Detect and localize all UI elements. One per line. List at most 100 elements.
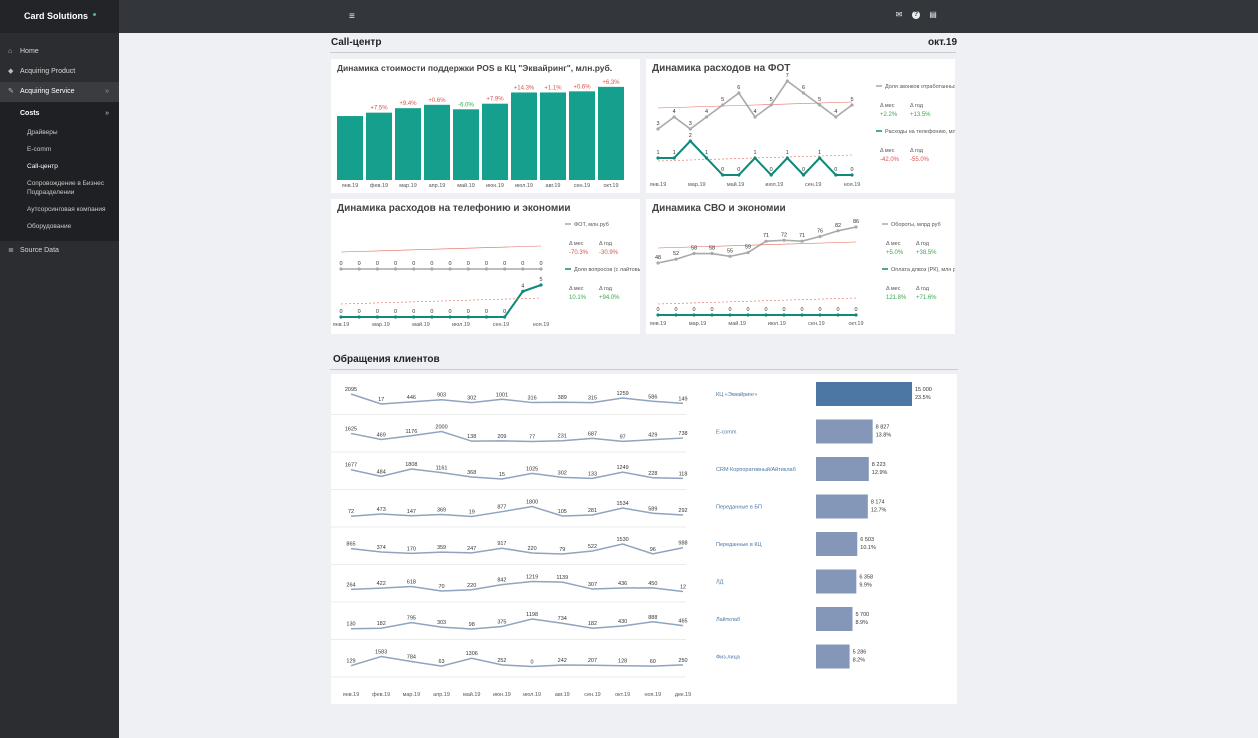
data-label: 0 <box>836 307 839 313</box>
category-label: Физ.лица <box>716 655 741 661</box>
pos-cost-card: Динамика стоимости поддержки POS в КЦ "Э… <box>331 59 640 193</box>
data-label: 0 <box>485 309 488 315</box>
sidebar-item-outsourcing[interactable]: Аутсорсинговая компания <box>0 201 119 218</box>
data-label: 1161 <box>436 466 448 472</box>
data-label: 4 <box>753 109 756 115</box>
sidebar-item-home[interactable]: ⌂ Home <box>0 42 119 62</box>
bar-value-label: 5 286 <box>853 650 867 656</box>
delta-month-value: 10.1% <box>569 295 587 301</box>
data-point <box>854 313 858 317</box>
x-tick-label: июн.19 <box>486 183 504 189</box>
period-label: окт.19 <box>928 37 958 48</box>
data-label: 0 <box>394 261 397 267</box>
bar-percent-label: 8.9% <box>855 620 868 626</box>
legend-label: ФОТ, млн.руб <box>574 222 609 228</box>
data-label: 374 <box>377 545 386 551</box>
menu-toggle-icon[interactable]: ≡ <box>349 11 355 22</box>
x-tick-label: янв.19 <box>333 322 350 328</box>
bar-value-label: 8 827 <box>876 425 890 431</box>
data-label: 128 <box>618 659 627 665</box>
data-point <box>818 313 822 317</box>
data-label: 2095 <box>345 387 357 393</box>
data-point <box>484 315 489 319</box>
series-line <box>350 468 684 480</box>
data-label: 5 <box>539 277 542 283</box>
help-icon[interactable]: ? <box>912 11 920 19</box>
bar <box>816 382 912 406</box>
sidebar: Card Solutions ⌂ Home ◆ Acquiring Product … <box>0 0 119 738</box>
data-label: 281 <box>588 508 597 514</box>
mail-icon[interactable]: ✉ <box>895 11 903 19</box>
data-label: 0 <box>485 261 488 267</box>
data-point <box>728 254 732 258</box>
data-label: 1001 <box>496 392 508 398</box>
data-point <box>503 315 507 319</box>
data-label: 589 <box>648 506 657 512</box>
chevron-down-icon: » <box>105 110 109 117</box>
delta-year-value: +38.5% <box>916 250 937 256</box>
delta-month-value: -70.3% <box>569 250 589 256</box>
data-label: 988 <box>678 541 687 547</box>
data-label: 5 <box>850 97 853 103</box>
sidebar-item-costs[interactable]: Costs» <box>0 104 119 124</box>
x-tick-label: сен.19 <box>808 321 825 327</box>
data-label: 1249 <box>617 465 629 471</box>
bar-data-label: +7.5% <box>370 106 388 112</box>
sidebar-item-acquiring-product[interactable]: ◆ Acquiring Product <box>0 62 119 82</box>
data-point <box>656 313 660 317</box>
data-label: 1530 <box>617 537 629 543</box>
sidebar-item-source-data[interactable]: ≣ Source Data <box>0 241 119 261</box>
data-label: 0 <box>770 167 773 173</box>
data-label: 842 <box>497 578 506 584</box>
document-icon[interactable]: ▤ <box>929 11 937 19</box>
bar <box>569 91 595 180</box>
sidebar-item-drivers[interactable]: Драйверы <box>0 124 119 141</box>
x-tick-label: дек.19 <box>675 692 691 698</box>
x-tick-label: май.19 <box>727 181 745 188</box>
x-tick-label: ноя.19 <box>533 322 550 328</box>
trend-line <box>340 297 542 305</box>
data-point <box>339 267 343 271</box>
x-tick-label: окт.19 <box>603 183 618 189</box>
bar-value-label: 6 503 <box>860 537 874 543</box>
x-tick-label: апр.19 <box>429 183 446 189</box>
data-point <box>672 115 676 119</box>
data-label: 292 <box>678 508 687 514</box>
sidebar-item-ecomm[interactable]: E-comm <box>0 141 119 158</box>
data-point <box>850 103 854 107</box>
data-point <box>769 173 773 177</box>
sidebar-item-business-support[interactable]: Сопровождение в Бизнес Подразделении <box>0 175 119 201</box>
data-label: 0 <box>656 307 659 313</box>
data-label: 484 <box>377 469 386 475</box>
x-tick-label: сен.19 <box>574 183 591 189</box>
data-point <box>710 313 714 317</box>
data-label: 1 <box>786 150 789 156</box>
sidebar-item-callcenter[interactable]: Call-центр <box>0 158 119 175</box>
delta-year-value: -30.9% <box>599 250 619 256</box>
data-label: 86 <box>853 219 859 225</box>
data-label: 1139 <box>556 575 568 581</box>
data-point <box>753 115 757 119</box>
data-point <box>357 315 361 319</box>
sidebar-item-equipment[interactable]: Оборудование <box>0 218 119 235</box>
data-label: 52 <box>673 251 679 257</box>
app-logo[interactable]: Card Solutions <box>0 0 119 33</box>
data-label: 1306 <box>466 651 478 657</box>
x-tick-label: июл.19 <box>765 182 783 188</box>
data-label: 0 <box>358 309 361 315</box>
data-label: 247 <box>467 546 476 552</box>
data-label: 0 <box>430 309 433 315</box>
data-point <box>782 238 786 242</box>
delta-label: Δ год <box>599 241 613 247</box>
trend-line <box>340 245 542 253</box>
data-label: 1 <box>705 150 708 156</box>
category-label: CRM Корпоративный/Айтиклаб <box>716 466 796 473</box>
sidebar-item-acquiring-service[interactable]: ✎ Acquiring Service» <box>0 82 119 102</box>
data-point <box>834 115 838 119</box>
delta-label: Δ год <box>599 286 613 292</box>
category-label: Переданные в БП <box>716 505 762 511</box>
x-tick-label: июл.19 <box>523 692 541 698</box>
bar-value-label: 8 223 <box>872 462 886 468</box>
wrench-icon: ✎ <box>8 88 14 95</box>
data-label: 0 <box>674 307 677 313</box>
